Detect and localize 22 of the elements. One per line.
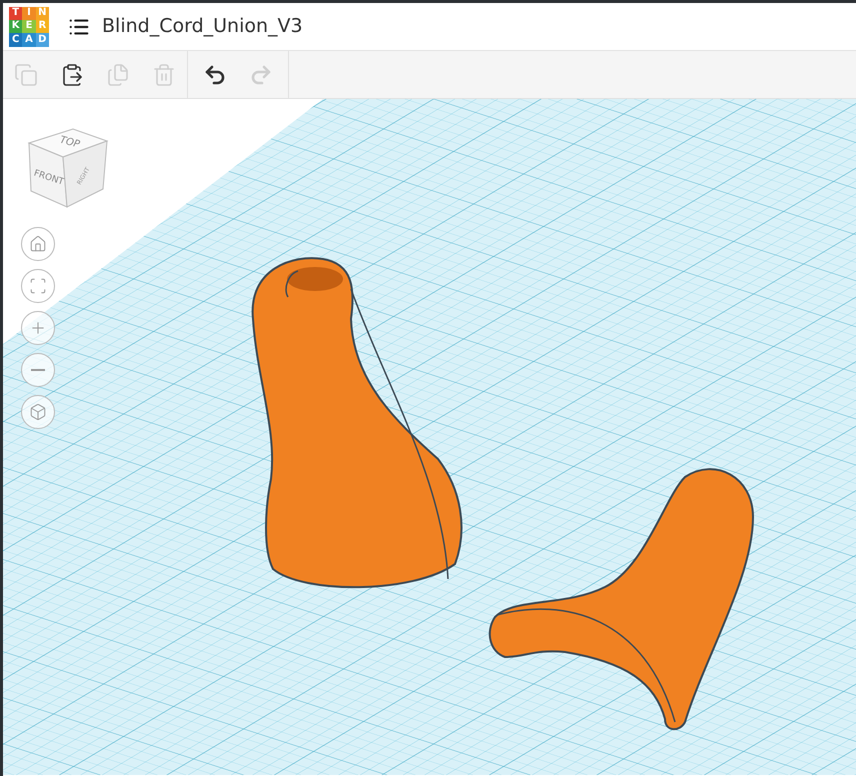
- minus-icon: [31, 369, 45, 371]
- copy-icon: [14, 62, 38, 86]
- logo-letter: I: [22, 6, 36, 20]
- home-icon: [29, 235, 47, 253]
- logo-letter: D: [36, 33, 49, 46]
- fit-button[interactable]: [21, 269, 55, 303]
- paste-icon: [60, 62, 84, 86]
- logo-letter: K: [9, 20, 22, 34]
- design-title[interactable]: Blind_Cord_Union_V3: [102, 12, 303, 41]
- fit-icon: [29, 277, 47, 295]
- logo-letter: E: [22, 20, 36, 34]
- logo-letter: C: [9, 33, 22, 46]
- app-logo[interactable]: T I N K E R C A D: [9, 6, 49, 46]
- logo-letter: A: [22, 33, 36, 46]
- home-button[interactable]: [21, 227, 55, 261]
- delete-icon: [152, 62, 176, 86]
- logo-letter: N: [36, 6, 49, 20]
- redo-icon: [249, 62, 273, 86]
- projection-icon: [29, 403, 47, 421]
- logo-letter: T: [9, 6, 22, 20]
- undo-icon: [203, 62, 227, 86]
- duplicate-icon: [106, 62, 130, 86]
